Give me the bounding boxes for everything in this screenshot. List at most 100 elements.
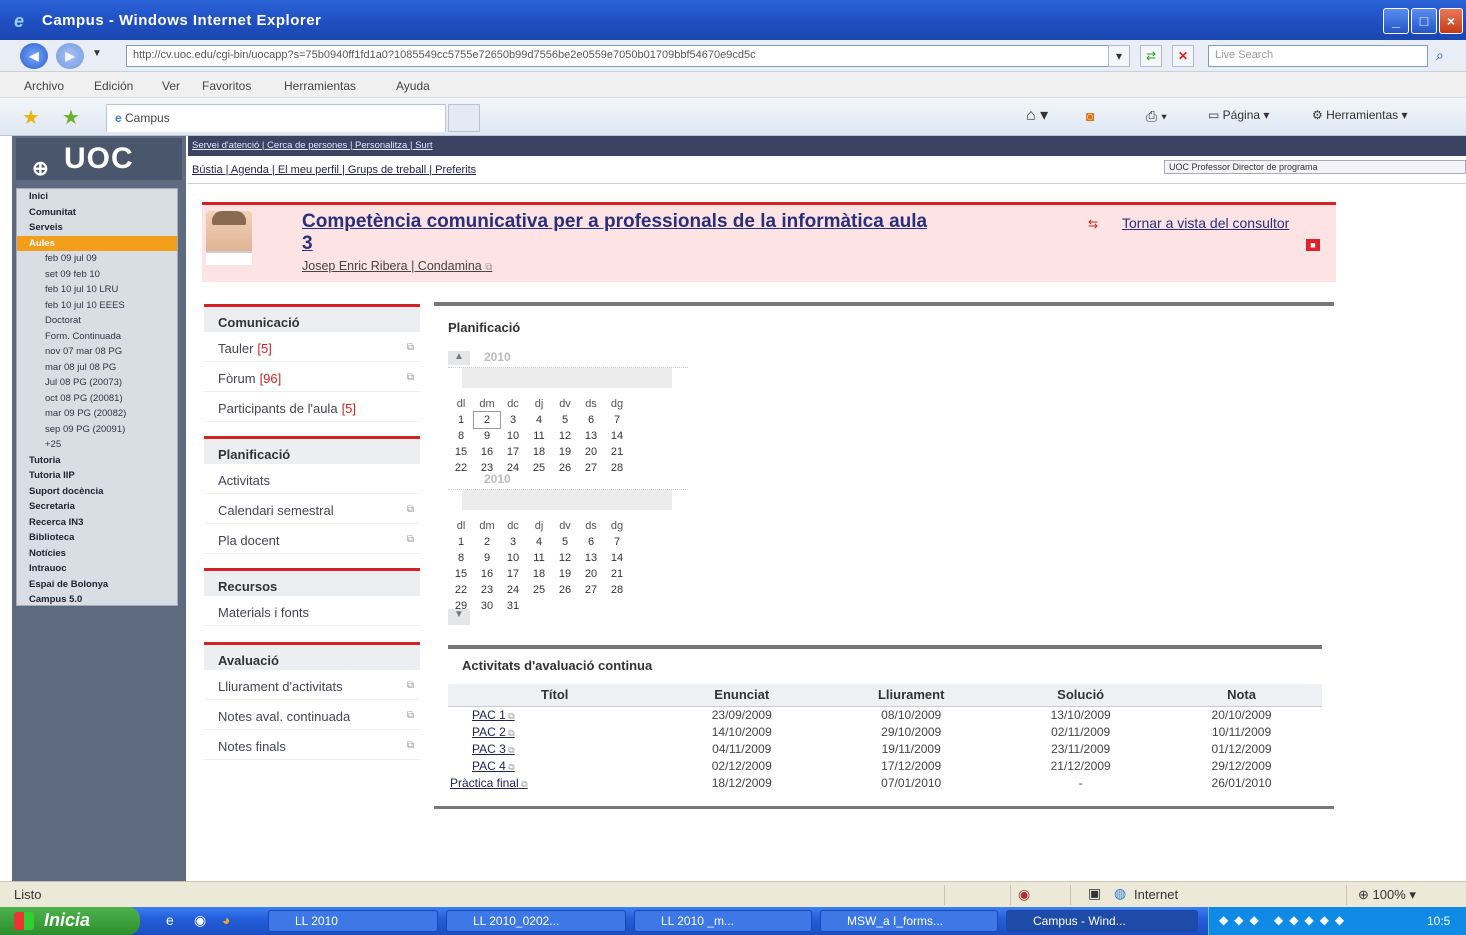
calendar-day[interactable]: 12	[552, 428, 578, 444]
nav-item[interactable]: Recerca IN3	[17, 515, 177, 531]
calendar-day[interactable]: 16	[474, 444, 500, 460]
calendar-day[interactable]: 4	[526, 534, 552, 550]
calendar-day[interactable]: 8	[448, 428, 474, 444]
quicklaunch-media-icon[interactable]: ◉	[194, 912, 206, 929]
calendar-day[interactable]: 15	[448, 566, 474, 582]
nav-item[interactable]: set 09 feb 10	[17, 267, 177, 283]
nav-item[interactable]: Notícies	[17, 546, 177, 562]
pac-title-link[interactable]: Pràctica final ⧉	[448, 774, 661, 791]
calendar-day[interactable]: 11	[526, 550, 552, 566]
taskbar-item-1[interactable]: LL 2010_0202...	[446, 910, 626, 932]
calendar-day[interactable]: 10	[500, 550, 526, 566]
calendar-day[interactable]: 19	[552, 566, 578, 582]
back-icon[interactable]: ◀	[20, 43, 48, 69]
nav-item[interactable]: Biblioteca	[17, 530, 177, 546]
back-to-consultor-link[interactable]: Tornar a vista del consultor	[1122, 215, 1289, 231]
section-link[interactable]: Notes aval. continuada ⧉	[204, 700, 420, 730]
nav-item[interactable]: feb 10 jul 10 LRU	[17, 282, 177, 298]
quicklaunch-firefox-icon[interactable]: ◕	[222, 912, 230, 928]
section-link[interactable]: Materials i fonts	[204, 596, 420, 626]
nav-item[interactable]: Form. Continuada	[17, 329, 177, 345]
calendar-day[interactable]: 20	[578, 444, 604, 460]
calendar-day[interactable]: 28	[604, 582, 630, 598]
nav-item[interactable]: Jul 08 PG (20073)	[17, 375, 177, 391]
section-link[interactable]: Calendari semestral ⧉	[204, 494, 420, 524]
calendar-day[interactable]: 7	[604, 534, 630, 550]
calendar-day[interactable]: 13	[578, 428, 604, 444]
feeds-icon[interactable]: ◙	[1086, 108, 1094, 124]
nav-item[interactable]: Tutoria	[17, 453, 177, 469]
minimize-button[interactable]: _	[1383, 8, 1409, 34]
calendar-day[interactable]: 3	[500, 412, 526, 428]
calendar-day[interactable]: 20	[578, 566, 604, 582]
add-favorite-icon[interactable]: ★	[62, 105, 80, 130]
uoc-logo[interactable]: ⊕ UOC	[16, 138, 182, 180]
calendar-day[interactable]: 3	[500, 534, 526, 550]
calendar-day[interactable]: 18	[526, 444, 552, 460]
nav-item[interactable]: Tutoria IIP	[17, 468, 177, 484]
secondary-links[interactable]: Bústia | Agenda | El meu perfil | Grups …	[192, 164, 476, 176]
calendar-down-icon[interactable]: ▼	[448, 609, 470, 625]
taskbar-item-3[interactable]: MSW_a I_forms...	[820, 910, 998, 932]
section-link[interactable]: Activitats	[204, 464, 420, 494]
nav-item[interactable]: mar 08 jul 08 PG	[17, 360, 177, 376]
nav-item[interactable]: feb 10 jul 10 EEES	[17, 298, 177, 314]
start-button[interactable]: Inicia	[0, 907, 140, 935]
calendar-day[interactable]: 11	[526, 428, 552, 444]
quicklaunch-ie-icon[interactable]: e	[166, 912, 174, 928]
new-tab-button[interactable]	[448, 104, 480, 132]
calendar-day[interactable]: 15	[448, 444, 474, 460]
calendar-day[interactable]: 21	[604, 566, 630, 582]
nav-item[interactable]: Intrauoc	[17, 561, 177, 577]
menu-archivo[interactable]: Archivo	[24, 79, 64, 93]
taskbar-item-2[interactable]: LL 2010 _m...	[634, 910, 812, 932]
pac-title-link[interactable]: PAC 4 ⧉	[448, 757, 661, 774]
role-selector[interactable]: UOC Professor Director de programa	[1164, 160, 1466, 174]
calendar-day[interactable]: 4	[526, 412, 552, 428]
nav-item[interactable]: Espai de Bolonya	[17, 577, 177, 593]
calendar-day[interactable]: 26	[552, 582, 578, 598]
calendar-day[interactable]: 9	[474, 428, 500, 444]
search-input[interactable]: Live Search	[1208, 45, 1428, 67]
nav-item[interactable]: sep 09 PG (20091)	[17, 422, 177, 438]
nav-item[interactable]: Aules	[17, 235, 177, 251]
home-icon[interactable]: ⌂ ▾	[1026, 105, 1048, 125]
nav-item[interactable]: Suport docència	[17, 484, 177, 500]
close-button[interactable]: ×	[1439, 8, 1463, 34]
calendar-day[interactable]: 18	[526, 566, 552, 582]
nav-item[interactable]: nov 07 mar 08 PG	[17, 344, 177, 360]
teacher-name[interactable]: Josep Enric Ribera | Condamina ⧉	[302, 259, 492, 273]
pac-title-link[interactable]: PAC 1 ⧉	[448, 706, 661, 723]
nav-item[interactable]: Doctorat	[17, 313, 177, 329]
nav-item[interactable]: Comunitat	[17, 205, 177, 221]
favorites-star-icon[interactable]: ★	[22, 105, 40, 130]
calendar-day[interactable]: 1	[448, 534, 474, 550]
calendar-day[interactable]: 14	[604, 550, 630, 566]
history-dropdown-icon[interactable]: ▼	[92, 48, 102, 59]
section-link[interactable]: Fòrum [96] ⧉	[204, 362, 420, 392]
calendar-day[interactable]: 6	[578, 412, 604, 428]
calendar-day[interactable]: 25	[526, 582, 552, 598]
calendar-day[interactable]: 14	[604, 428, 630, 444]
top-links[interactable]: Servei d'atenció | Cerca de persones | P…	[192, 140, 433, 151]
nav-item[interactable]: Campus 5.0	[17, 592, 177, 608]
calendar-day[interactable]: 30	[474, 598, 500, 614]
nav-item[interactable]: mar 09 PG (20082)	[17, 406, 177, 422]
stop-icon[interactable]: ✕	[1172, 45, 1194, 67]
nav-item[interactable]: Secretaria	[17, 499, 177, 515]
calendar-day[interactable]: 8	[448, 550, 474, 566]
calendar-day[interactable]: 17	[500, 444, 526, 460]
section-link[interactable]: Lliurament d'activitats ⧉	[204, 670, 420, 700]
menu-herramientas[interactable]: Herramientas	[284, 79, 356, 93]
refresh-icon[interactable]: ⇄	[1140, 45, 1162, 67]
print-icon[interactable]: ⎙ ▾	[1146, 108, 1167, 125]
calendar-day[interactable]: 2	[474, 534, 500, 550]
menu-ver[interactable]: Ver	[162, 79, 180, 93]
calendar-day[interactable]: 12	[552, 550, 578, 566]
calendar-day[interactable]: 5	[552, 534, 578, 550]
nav-item[interactable]: oct 08 PG (20081)	[17, 391, 177, 407]
url-input[interactable]: http://cv.uoc.edu/cgi-bin/uocapp?s=75b09…	[126, 45, 1128, 67]
forward-icon[interactable]: ▶	[56, 43, 84, 69]
calendar-day[interactable]: 27	[578, 582, 604, 598]
calendar-day[interactable]: 21	[604, 444, 630, 460]
